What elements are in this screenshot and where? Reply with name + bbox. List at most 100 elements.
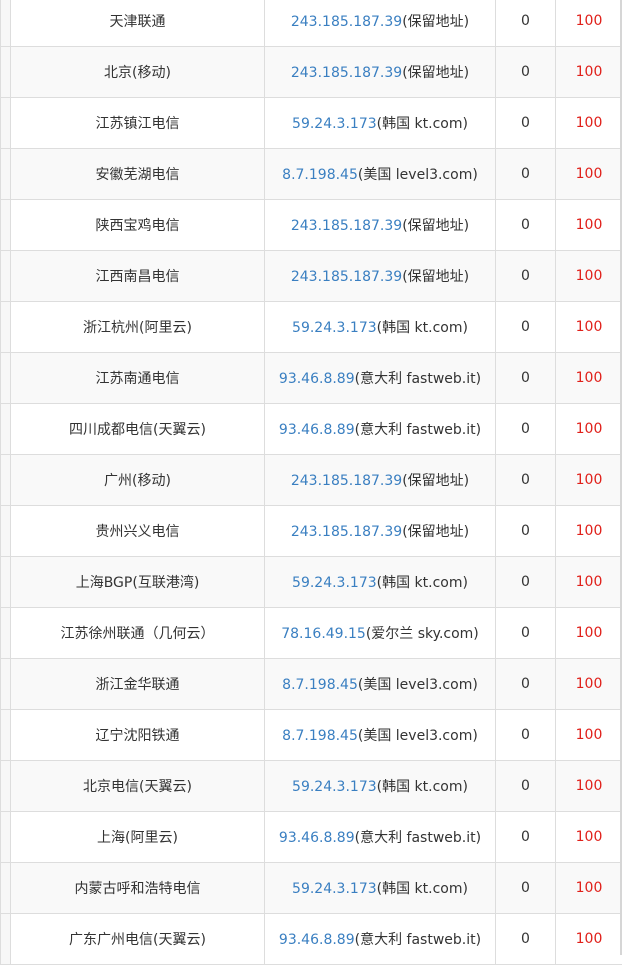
ip-location: (韩国 kt.com) <box>377 116 468 132</box>
resolved-ip-cell: 93.46.8.89(意大利 fastweb.it) <box>265 353 496 404</box>
ip-location: (保留地址) <box>402 65 469 81</box>
resolved-ip-cell: 8.7.198.45(美国 level3.com) <box>265 710 496 761</box>
value-cell: 100 <box>556 98 622 149</box>
loss-cell: 0 <box>496 149 556 200</box>
ip-address-link[interactable]: 243.185.187.39 <box>291 269 402 285</box>
resolved-ip-cell: 243.185.187.39(保留地址) <box>265 455 496 506</box>
ip-address-link[interactable]: 243.185.187.39 <box>291 524 402 540</box>
row-gutter <box>1 302 11 353</box>
table-row: 江西南昌电信243.185.187.39(保留地址)0100 <box>1 251 622 302</box>
ip-address-link[interactable]: 59.24.3.173 <box>292 881 377 897</box>
node-cell: 安徽芜湖电信 <box>11 149 265 200</box>
table-row: 安徽芜湖电信8.7.198.45(美国 level3.com)0100 <box>1 149 622 200</box>
value-cell: 100 <box>556 608 622 659</box>
table-row: 上海BGP(互联港湾)59.24.3.173(韩国 kt.com)0100 <box>1 557 622 608</box>
table-row: 贵州兴义电信243.185.187.39(保留地址)0100 <box>1 506 622 557</box>
node-cell: 江苏南通电信 <box>11 353 265 404</box>
ip-location: (保留地址) <box>402 269 469 285</box>
row-gutter <box>1 0 11 47</box>
resolved-ip-cell: 59.24.3.173(韩国 kt.com) <box>265 557 496 608</box>
row-gutter <box>1 149 11 200</box>
ip-address-link[interactable]: 59.24.3.173 <box>292 320 377 336</box>
ip-address-link[interactable]: 8.7.198.45 <box>282 728 358 744</box>
ip-address-link[interactable]: 8.7.198.45 <box>282 167 358 183</box>
node-cell: 广州(移动) <box>11 455 265 506</box>
ip-address-link[interactable]: 93.46.8.89 <box>279 932 355 948</box>
ip-address-link[interactable]: 243.185.187.39 <box>291 218 402 234</box>
value-cell: 100 <box>556 812 622 863</box>
loss-cell: 0 <box>496 455 556 506</box>
row-gutter <box>1 557 11 608</box>
ip-location: (保留地址) <box>402 524 469 540</box>
node-cell: 江苏徐州联通（几何云） <box>11 608 265 659</box>
results-table-body: 天津联通243.185.187.39(保留地址)0100北京(移动)243.18… <box>1 0 622 965</box>
ip-address-link[interactable]: 8.7.198.45 <box>282 677 358 693</box>
ip-address-link[interactable]: 59.24.3.173 <box>292 116 377 132</box>
resolved-ip-cell: 243.185.187.39(保留地址) <box>265 251 496 302</box>
value-cell: 100 <box>556 659 622 710</box>
loss-cell: 0 <box>496 404 556 455</box>
ip-address-link[interactable]: 93.46.8.89 <box>279 371 355 387</box>
value-cell: 100 <box>556 506 622 557</box>
resolved-ip-cell: 59.24.3.173(韩国 kt.com) <box>265 98 496 149</box>
value-cell: 100 <box>556 0 622 47</box>
loss-cell: 0 <box>496 812 556 863</box>
ip-address-link[interactable]: 243.185.187.39 <box>291 14 402 30</box>
value-cell: 100 <box>556 353 622 404</box>
row-gutter <box>1 353 11 404</box>
table-row: 江苏南通电信93.46.8.89(意大利 fastweb.it)0100 <box>1 353 622 404</box>
ip-location: (韩国 kt.com) <box>377 881 468 897</box>
node-cell: 浙江杭州(阿里云) <box>11 302 265 353</box>
loss-cell: 0 <box>496 506 556 557</box>
node-cell: 上海(阿里云) <box>11 812 265 863</box>
row-gutter <box>1 404 11 455</box>
ip-address-link[interactable]: 59.24.3.173 <box>292 779 377 795</box>
table-row: 浙江金华联通8.7.198.45(美国 level3.com)0100 <box>1 659 622 710</box>
value-cell: 100 <box>556 557 622 608</box>
value-cell: 100 <box>556 710 622 761</box>
table-row: 内蒙古呼和浩特电信59.24.3.173(韩国 kt.com)0100 <box>1 863 622 914</box>
ip-location: (保留地址) <box>402 473 469 489</box>
row-gutter <box>1 47 11 98</box>
node-cell: 辽宁沈阳铁通 <box>11 710 265 761</box>
row-gutter <box>1 98 11 149</box>
ip-address-link[interactable]: 78.16.49.15 <box>281 626 366 642</box>
value-cell: 100 <box>556 455 622 506</box>
resolved-ip-cell: 8.7.198.45(美国 level3.com) <box>265 659 496 710</box>
ip-location: (美国 level3.com) <box>358 167 478 183</box>
ip-location: (韩国 kt.com) <box>377 320 468 336</box>
ip-address-link[interactable]: 93.46.8.89 <box>279 830 355 846</box>
loss-cell: 0 <box>496 353 556 404</box>
resolved-ip-cell: 59.24.3.173(韩国 kt.com) <box>265 863 496 914</box>
row-gutter <box>1 812 11 863</box>
row-gutter <box>1 710 11 761</box>
node-cell: 北京电信(天翼云) <box>11 761 265 812</box>
loss-cell: 0 <box>496 302 556 353</box>
node-cell: 天津联通 <box>11 0 265 47</box>
ip-address-link[interactable]: 243.185.187.39 <box>291 473 402 489</box>
node-cell: 内蒙古呼和浩特电信 <box>11 863 265 914</box>
resolved-ip-cell: 93.46.8.89(意大利 fastweb.it) <box>265 812 496 863</box>
loss-cell: 0 <box>496 863 556 914</box>
node-cell: 江苏镇江电信 <box>11 98 265 149</box>
value-cell: 100 <box>556 404 622 455</box>
resolved-ip-cell: 93.46.8.89(意大利 fastweb.it) <box>265 914 496 965</box>
value-cell: 100 <box>556 914 622 965</box>
loss-cell: 0 <box>496 557 556 608</box>
ip-address-link[interactable]: 93.46.8.89 <box>279 422 355 438</box>
loss-cell: 0 <box>496 47 556 98</box>
resolved-ip-cell: 243.185.187.39(保留地址) <box>265 200 496 251</box>
value-cell: 100 <box>556 47 622 98</box>
table-row: 北京电信(天翼云)59.24.3.173(韩国 kt.com)0100 <box>1 761 622 812</box>
table-row: 广东广州电信(天翼云)93.46.8.89(意大利 fastweb.it)010… <box>1 914 622 965</box>
results-table-container: 天津联通243.185.187.39(保留地址)0100北京(移动)243.18… <box>0 0 622 965</box>
value-cell: 100 <box>556 761 622 812</box>
value-cell: 100 <box>556 863 622 914</box>
node-cell: 北京(移动) <box>11 47 265 98</box>
ip-address-link[interactable]: 243.185.187.39 <box>291 65 402 81</box>
ip-address-link[interactable]: 59.24.3.173 <box>292 575 377 591</box>
resolved-ip-cell: 59.24.3.173(韩国 kt.com) <box>265 302 496 353</box>
ip-location: (韩国 kt.com) <box>377 779 468 795</box>
table-row: 上海(阿里云)93.46.8.89(意大利 fastweb.it)0100 <box>1 812 622 863</box>
resolved-ip-cell: 8.7.198.45(美国 level3.com) <box>265 149 496 200</box>
